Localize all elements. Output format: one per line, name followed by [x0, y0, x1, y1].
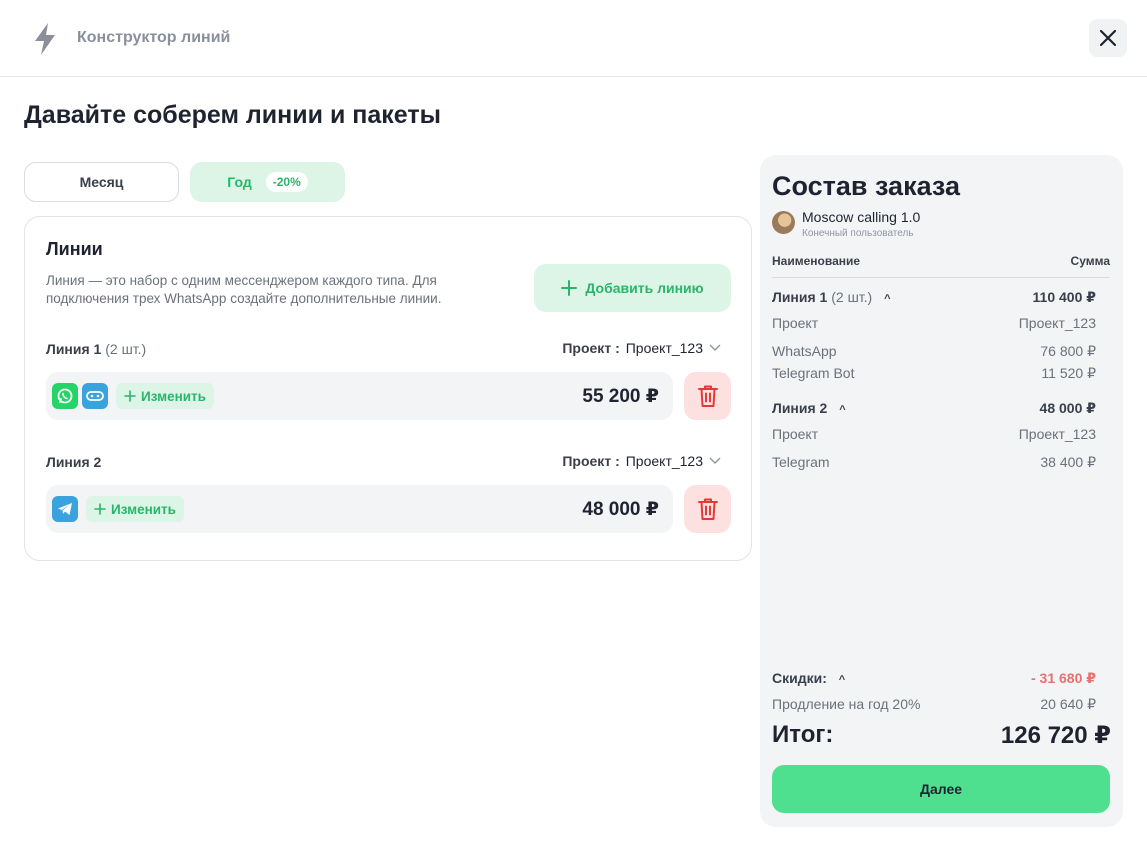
order-group-name: Линия 2: [772, 400, 828, 416]
chevron-up-icon: ^: [838, 674, 846, 686]
column-sum-header: Сумма: [1070, 254, 1110, 268]
discounts-label: Скидки:: [772, 670, 827, 686]
top-bar: Конструктор линий: [0, 0, 1147, 77]
order-row-value: 76 800 ₽: [1040, 343, 1096, 359]
chevron-down-icon: [709, 457, 721, 464]
order-row-value: Проект_123: [1018, 426, 1096, 442]
chevron-down-icon: [709, 344, 721, 351]
plus-icon: [561, 280, 578, 296]
telegram-icon: [52, 496, 78, 522]
column-name-header: Наименование: [772, 254, 861, 268]
order-row-item: Telegram Bot 11 520 ₽: [772, 365, 1096, 381]
line-1-price: 55 200 ₽: [582, 386, 659, 407]
discounts-row[interactable]: Скидки: ^ - 31 680 ₽: [772, 670, 1096, 686]
order-group-line-2[interactable]: Линия 2 ^ 48 000 ₽: [772, 400, 1096, 416]
order-row-project: Проект Проект_123: [772, 426, 1096, 442]
lightning-icon: [35, 23, 55, 55]
order-row-value: 11 520 ₽: [1041, 365, 1096, 381]
renewal-label: Продление на год 20%: [772, 696, 921, 712]
order-row-label: Проект: [772, 426, 819, 442]
order-row-value: 38 400 ₽: [1040, 454, 1096, 470]
line-1-label: Линия 1 (2 шт.): [46, 341, 146, 357]
whatsapp-icon: [52, 383, 78, 409]
order-row-label: WhatsApp: [772, 343, 837, 359]
telegram-bot-icon: [82, 383, 108, 409]
period-year-button[interactable]: Год -20%: [190, 162, 345, 202]
total-label: Итог:: [772, 721, 834, 748]
total-value: 126 720 ₽: [1000, 722, 1111, 749]
year-discount-badge: -20%: [265, 172, 308, 192]
renewal-row: Продление на год 20% 20 640 ₽: [772, 696, 1096, 712]
edit-label: Изменить: [141, 388, 206, 404]
trash-icon: [697, 498, 718, 520]
close-icon: [1099, 29, 1117, 47]
period-month-label: Месяц: [79, 174, 124, 190]
order-row-project: Проект Проект_123: [772, 315, 1096, 331]
line-1-row: Изменить 55 200 ₽: [46, 372, 673, 420]
trash-icon: [697, 385, 718, 407]
order-group-sum: 110 400 ₽: [1032, 289, 1096, 305]
project-select-label: Проект :: [562, 453, 620, 469]
divider: [772, 277, 1110, 278]
lines-heading: Линии: [46, 239, 103, 259]
next-button-label: Далее: [919, 781, 963, 797]
order-row-item: Telegram 38 400 ₽: [772, 454, 1096, 470]
line-2-delete-button[interactable]: [684, 485, 731, 533]
order-summary-panel: Состав заказа Moscow calling 1.0 Конечны…: [760, 155, 1123, 827]
lines-description: Линия — это набор с одним мессенджером к…: [46, 273, 442, 306]
order-group-line-1[interactable]: Линия 1 (2 шт.) ^ 110 400 ₽: [772, 289, 1096, 305]
chevron-up-icon: ^: [839, 404, 846, 416]
line-1-project-value: Проект_123: [625, 340, 703, 356]
period-year-label: Год: [227, 174, 252, 190]
line-2-project-value: Проект_123: [625, 453, 703, 469]
line-1-name: Линия 1: [46, 341, 102, 357]
chevron-up-icon: ^: [884, 293, 891, 305]
line-2-label: Линия 2: [46, 454, 101, 470]
line-2-row: Изменить 48 000 ₽: [46, 485, 673, 533]
period-month-button[interactable]: Месяц: [24, 162, 179, 202]
line-2-name: Линия 2: [46, 454, 102, 470]
edit-label: Изменить: [111, 501, 176, 517]
line-1-edit-button[interactable]: Изменить: [116, 383, 214, 409]
next-button[interactable]: Далее: [772, 765, 1110, 813]
avatar: [772, 211, 795, 234]
app-title: Конструктор линий: [77, 29, 231, 46]
order-title: Состав заказа: [772, 171, 961, 201]
line-1-project-select[interactable]: Проект : Проект_123: [562, 340, 721, 356]
discounts-value: - 31 680 ₽: [1030, 670, 1096, 686]
renewal-value: 20 640 ₽: [1040, 696, 1096, 712]
line-2-project-select[interactable]: Проект : Проект_123: [562, 453, 721, 469]
order-group-count: (2 шт.): [831, 289, 873, 305]
line-2-price: 48 000 ₽: [582, 499, 659, 520]
user-role: Конечный пользователь: [802, 228, 914, 239]
user-name: Moscow calling 1.0: [802, 209, 921, 225]
project-select-label: Проект :: [562, 340, 620, 356]
order-row-label: Telegram Bot: [772, 365, 855, 381]
add-line-button[interactable]: Добавить линию: [534, 264, 731, 312]
order-row-item: WhatsApp 76 800 ₽: [772, 343, 1096, 359]
order-row-label: Проект: [772, 315, 819, 331]
order-row-label: Telegram: [772, 454, 830, 470]
order-group-name: Линия 1: [772, 289, 828, 305]
add-line-label: Добавить линию: [585, 280, 704, 296]
close-button[interactable]: [1089, 19, 1127, 57]
order-group-sum: 48 000 ₽: [1039, 400, 1096, 416]
order-row-value: Проект_123: [1018, 315, 1096, 331]
plus-icon: [94, 503, 106, 515]
lines-card: Линии Линия — это набор с одним мессендж…: [24, 216, 752, 561]
line-1-delete-button[interactable]: [684, 372, 731, 420]
line-2-edit-button[interactable]: Изменить: [86, 496, 184, 522]
page-title: Давайте соберем линии и пакеты: [24, 101, 441, 129]
line-1-count: (2 шт.): [105, 341, 147, 357]
plus-icon: [124, 390, 136, 402]
